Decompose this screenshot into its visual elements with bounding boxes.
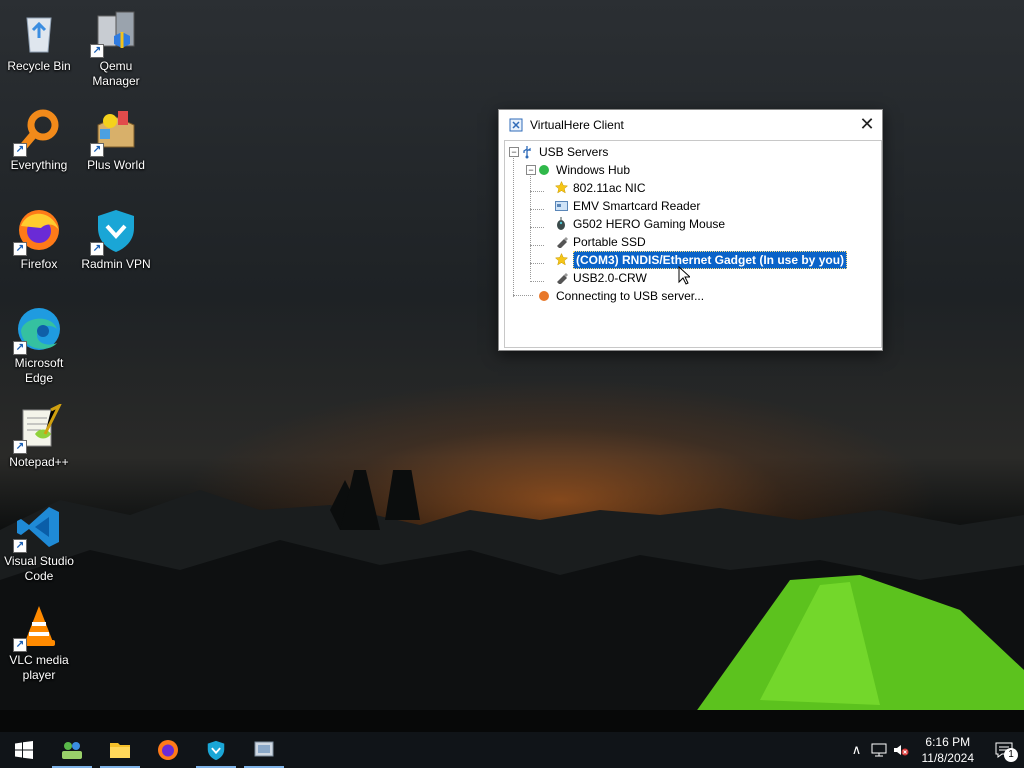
- card-reader-icon: [554, 199, 568, 213]
- firefox-icon: ↗: [13, 206, 63, 256]
- vlc-icon: ↗: [13, 602, 63, 652]
- desktop-icon-microsoft-edge[interactable]: ↗ Microsoft Edge: [0, 305, 78, 386]
- desktop-icon-plus-world[interactable]: ↗ Plus World: [77, 107, 155, 173]
- tree-node-windows-hub[interactable]: Windows Hub: [537, 161, 630, 178]
- network-people-icon: [62, 742, 82, 759]
- usb-drive-icon: [554, 271, 568, 285]
- taskbar: ∧ 6:16 PM 11/8/2024 1: [0, 732, 1024, 768]
- desktop-icon-vscode[interactable]: ↗ Visual Studio Code: [0, 503, 78, 584]
- firefox-icon: [158, 740, 178, 760]
- system-tray: ∧ 6:16 PM 11/8/2024 1: [846, 732, 1024, 768]
- vscode-icon: ↗: [13, 503, 63, 553]
- collapse-toggle-root[interactable]: −: [509, 147, 519, 157]
- radmin-vpn-icon: [207, 740, 225, 761]
- shortcut-arrow-icon: ↗: [13, 341, 27, 355]
- wallpaper-landscape: [0, 470, 1024, 738]
- close-button[interactable]: ✕: [852, 110, 882, 139]
- virtualhere-window[interactable]: VirtualHere Client ✕ − − USB Servers Win…: [498, 109, 883, 351]
- shortcut-arrow-icon: ↗: [13, 638, 27, 652]
- taskbar-app-file-explorer[interactable]: [96, 732, 144, 768]
- tree-node-device[interactable]: 802.11ac NIC: [554, 179, 646, 196]
- tree-node-label: USB2.0-CRW: [573, 270, 647, 285]
- shortcut-arrow-icon: ↗: [90, 143, 104, 157]
- desktop-icon-firefox[interactable]: ↗ Firefox: [0, 206, 78, 272]
- tree-node-label: Portable SSD: [573, 234, 646, 249]
- connecting-status-orange-icon: [537, 289, 551, 303]
- desktop-icon-everything[interactable]: ↗ Everything: [0, 107, 78, 173]
- tree-node-device[interactable]: USB2.0-CRW: [554, 269, 647, 286]
- desktop-icon-label: Plus World: [87, 158, 145, 172]
- tree-node-label: (COM3) RNDIS/Ethernet Gadget (In use by …: [573, 250, 848, 269]
- desktop-icon-label: Radmin VPN: [81, 257, 151, 271]
- start-icon: [15, 741, 33, 759]
- recycle-bin-icon: [15, 8, 63, 56]
- tree-node-device[interactable]: G502 HERO Gaming Mouse: [554, 215, 725, 232]
- star-icon: [554, 253, 568, 267]
- edge-icon: ↗: [13, 305, 63, 355]
- shortcut-arrow-icon: ↗: [90, 44, 104, 58]
- tree-node-label: G502 HERO Gaming Mouse: [573, 216, 726, 231]
- window-titlebar[interactable]: VirtualHere Client ✕: [499, 110, 882, 139]
- tree-node-label: USB Servers: [539, 144, 609, 159]
- tree-node-device[interactable]: EMV Smartcard Reader: [554, 197, 700, 214]
- network-icon[interactable]: [868, 743, 890, 757]
- collapse-toggle-hub[interactable]: −: [526, 165, 536, 175]
- volume-muted-icon[interactable]: [890, 743, 912, 757]
- desktop-icon-label: Microsoft Edge: [14, 356, 64, 385]
- desktop-icon-label: Notepad++: [9, 455, 69, 469]
- desktop-icon-label: Everything: [10, 158, 68, 172]
- notification-badge: 1: [1004, 748, 1018, 762]
- desktop-icon-label: Recycle Bin: [7, 59, 71, 73]
- qemu-manager-icon: ↗: [90, 8, 140, 58]
- desktop-icon-label: Firefox: [20, 257, 58, 271]
- start-button[interactable]: [0, 732, 48, 768]
- desktop-icon-radmin-vpn[interactable]: ↗ Radmin VPN: [77, 206, 155, 272]
- taskbar-clock[interactable]: 6:16 PM 11/8/2024: [922, 734, 975, 766]
- tree-node-connecting[interactable]: Connecting to USB server...: [537, 287, 704, 304]
- virtualhere-icon: [254, 741, 274, 757]
- hub-status-green-icon: [537, 163, 551, 177]
- desktop-icon-label: Qemu Manager: [92, 59, 140, 88]
- usb-device-tree[interactable]: − − USB Servers Windows Hub 802.11ac NIC…: [504, 140, 882, 348]
- tree-node-device[interactable]: Portable SSD: [554, 233, 646, 250]
- window-title: VirtualHere Client: [530, 117, 624, 132]
- clock-time: 6:16 PM: [925, 735, 971, 749]
- notification-center-button[interactable]: 1: [984, 742, 1024, 762]
- shortcut-arrow-icon: ↗: [13, 242, 27, 256]
- shortcut-arrow-icon: ↗: [90, 242, 104, 256]
- tree-node-device-selected[interactable]: (COM3) RNDIS/Ethernet Gadget (In use by …: [554, 250, 848, 269]
- clock-date: 11/8/2024: [921, 751, 975, 765]
- tree-node-label: EMV Smartcard Reader: [573, 198, 701, 213]
- desktop-icon-label: VLC media player: [9, 653, 69, 682]
- star-icon: [554, 181, 568, 195]
- desktop-icon-recycle-bin[interactable]: Recycle Bin: [0, 8, 78, 74]
- desktop-icon-label: Visual Studio Code: [4, 554, 74, 583]
- virtualhere-app-icon: [508, 117, 524, 133]
- file-explorer-icon: [110, 743, 130, 758]
- tree-node-label: Connecting to USB server...: [556, 288, 705, 303]
- plus-world-icon: ↗: [90, 107, 140, 157]
- shortcut-arrow-icon: ↗: [13, 539, 27, 553]
- shortcut-arrow-icon: ↗: [13, 143, 27, 157]
- shortcut-arrow-icon: ↗: [13, 440, 27, 454]
- taskbar-app-network-people[interactable]: [48, 732, 96, 768]
- taskbar-app-firefox[interactable]: [144, 732, 192, 768]
- desktop-icon-qemu-manager[interactable]: ↗ Qemu Manager: [77, 8, 155, 89]
- desktop-icon-vlc[interactable]: ↗ VLC media player: [0, 602, 78, 683]
- close-icon: ✕: [859, 114, 875, 134]
- taskbar-app-virtualhere[interactable]: [240, 732, 288, 768]
- tree-node-label: 802.11ac NIC: [573, 180, 646, 195]
- chevron-up-icon[interactable]: ∧: [846, 742, 868, 758]
- radmin-vpn-icon: ↗: [90, 206, 140, 256]
- desktop-icon-notepadpp[interactable]: ↗ Notepad++: [0, 402, 78, 470]
- taskbar-app-radmin-vpn[interactable]: [192, 732, 240, 768]
- usb-drive-icon: [554, 235, 568, 249]
- everything-search-icon: ↗: [13, 107, 63, 157]
- tree-node-usb-servers[interactable]: USB Servers: [520, 143, 608, 160]
- usb-icon: [520, 145, 534, 159]
- notepadpp-icon: ↗: [13, 402, 63, 454]
- mouse-icon: [554, 217, 568, 231]
- tree-node-label: Windows Hub: [556, 162, 631, 177]
- mouse-cursor-icon: [678, 266, 690, 285]
